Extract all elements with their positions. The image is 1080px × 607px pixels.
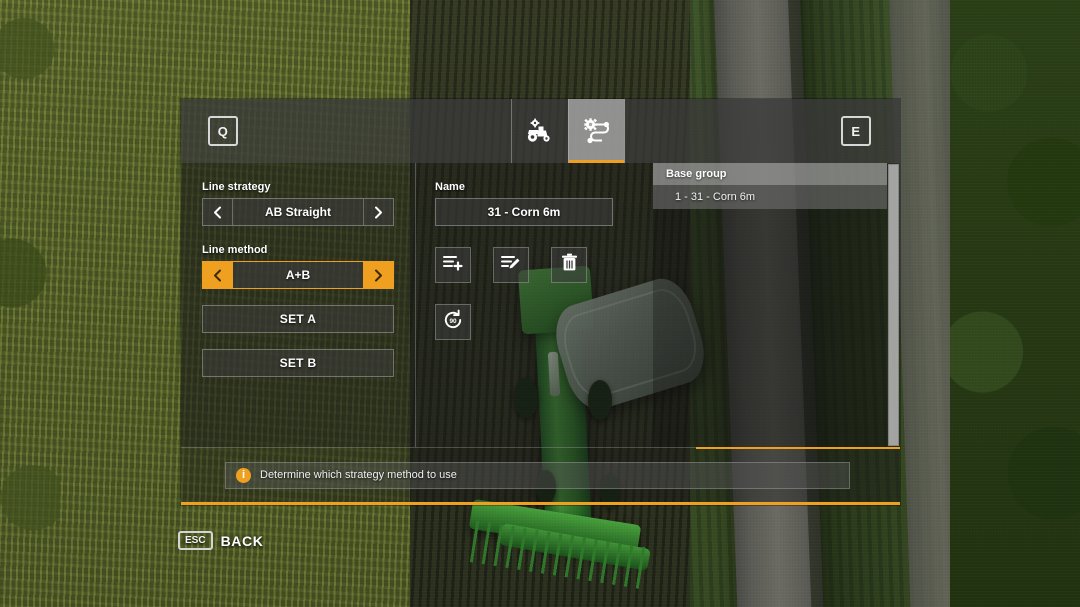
dialog-header: Q [181, 99, 900, 163]
header-tabs [511, 99, 625, 163]
info-icon: i [236, 468, 251, 483]
chevron-right-icon[interactable] [363, 199, 393, 225]
set-a-button[interactable]: SET A [202, 305, 394, 333]
rotate-90-icon: 90 [442, 309, 464, 336]
gear-route-icon [582, 118, 612, 144]
esc-key-hint: ESC [178, 531, 213, 550]
edit-line-button[interactable] [493, 247, 529, 283]
rotate-90-button[interactable]: 90 [435, 304, 471, 340]
tab-vehicle-settings[interactable] [511, 99, 568, 163]
header-left-area: Q [181, 99, 511, 163]
scrollbar-thumb[interactable] [888, 164, 899, 446]
list-item[interactable]: 1 - 31 - Corn 6m [653, 185, 887, 209]
help-tooltip-text: Determine which strategy method to use [260, 469, 457, 481]
base-group-list: Base group 1 - 31 - Corn 6m [653, 163, 887, 447]
help-tooltip: i Determine which strategy method to use [225, 462, 850, 489]
guidance-settings-dialog: Q [181, 99, 900, 505]
create-line-button[interactable] [435, 247, 471, 283]
dialog-footer: i Determine which strategy method to use [181, 447, 900, 502]
base-group-header: Base group [653, 163, 887, 185]
line-strategy-label: Line strategy [202, 181, 394, 193]
line-strategy-stepper[interactable]: AB Straight [202, 198, 394, 226]
line-strategy-value: AB Straight [233, 199, 363, 225]
rotate-degrees-text: 90 [449, 318, 457, 325]
header-right-area: E [625, 99, 900, 163]
dialog-body: Line strategy AB Straight Line method [181, 163, 900, 447]
chevron-right-icon[interactable] [363, 262, 393, 288]
line-method-stepper[interactable]: A+B [202, 261, 394, 289]
tractor-gear-icon [525, 118, 555, 144]
base-group-list-empty-area [653, 209, 887, 447]
base-group-column: Base group 1 - 31 - Corn 6m [653, 163, 900, 447]
back-control[interactable]: ESC BACK [178, 531, 263, 550]
background-treeline-left [0, 0, 60, 607]
chevron-left-icon[interactable] [203, 262, 233, 288]
chevron-left-icon[interactable] [203, 199, 233, 225]
line-method-value: A+B [233, 262, 363, 288]
list-edit-icon [501, 254, 521, 277]
delete-line-button[interactable] [551, 247, 587, 283]
prev-page-key-hint[interactable]: Q [208, 116, 238, 146]
next-page-key-hint[interactable]: E [841, 116, 871, 146]
line-method-label: Line method [202, 244, 394, 256]
back-label: BACK [221, 533, 264, 549]
line-details-column: Name 31 - Corn 6m [415, 163, 653, 447]
base-group-scrollbar[interactable] [887, 163, 900, 447]
strategy-column: Line strategy AB Straight Line method [181, 163, 415, 447]
line-action-row-1 [435, 247, 653, 283]
set-b-button[interactable]: SET B [202, 349, 394, 377]
name-label: Name [435, 181, 653, 193]
tab-guidance-lines[interactable] [568, 99, 625, 163]
background-treeline [950, 0, 1080, 607]
line-action-row-2: 90 [435, 304, 653, 340]
name-input[interactable]: 31 - Corn 6m [435, 198, 613, 226]
list-plus-icon [443, 254, 463, 277]
game-screen: Q [0, 0, 1080, 607]
trash-icon [561, 253, 578, 277]
